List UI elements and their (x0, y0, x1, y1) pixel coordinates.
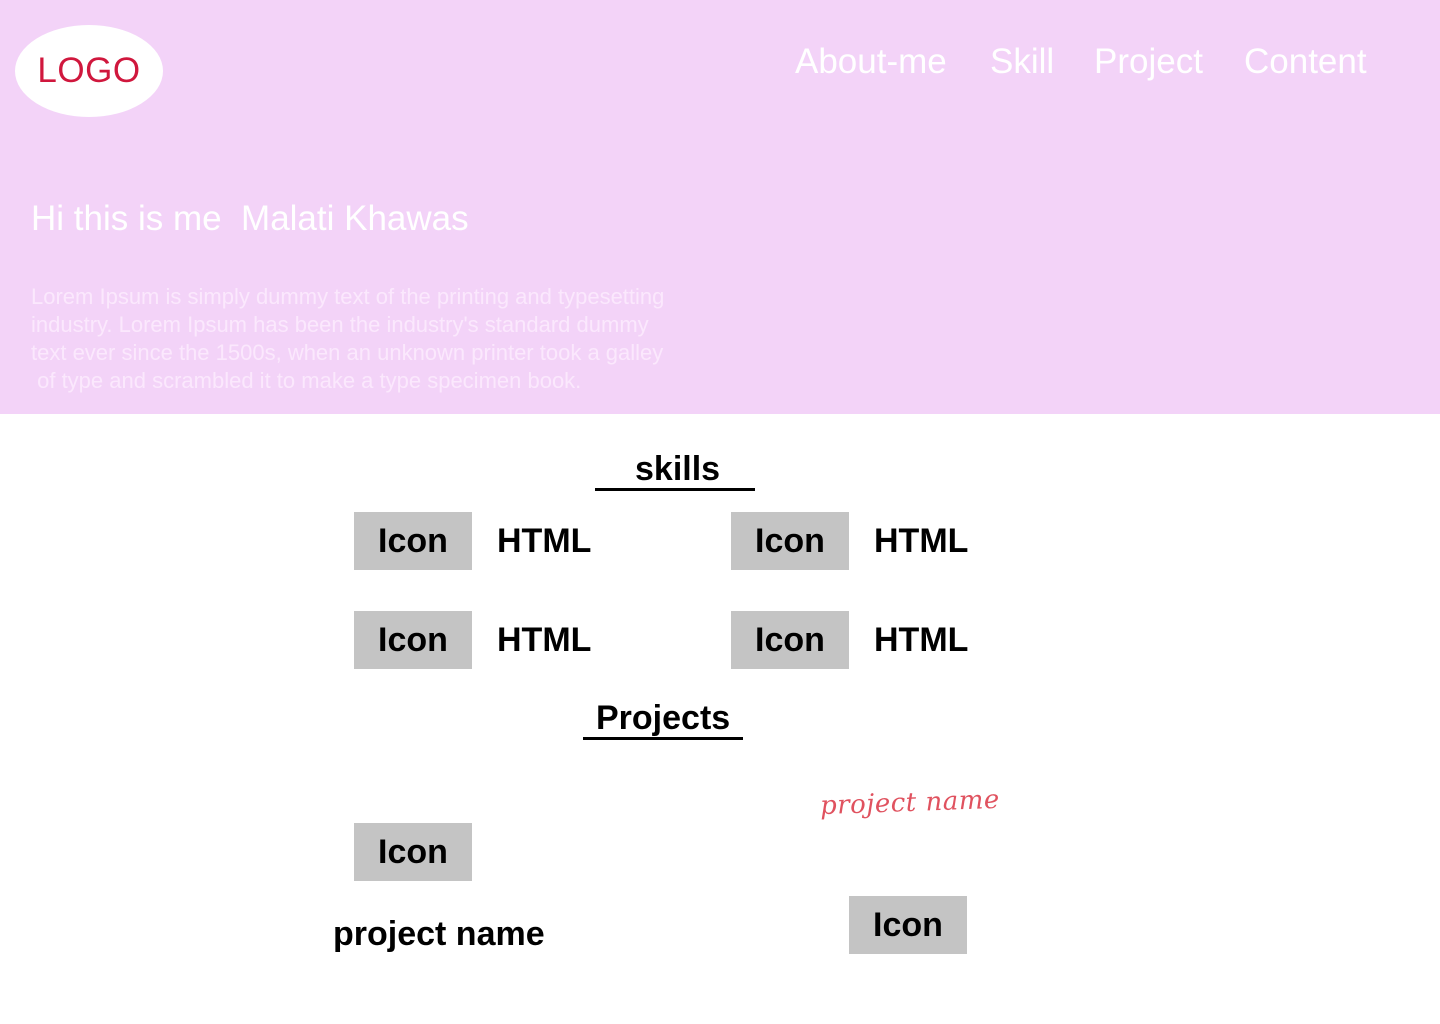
skill-icon-placeholder: Icon (354, 512, 472, 570)
hero-description: Lorem Ipsum is simply dummy text of the … (31, 284, 665, 393)
skill-label: HTML (874, 621, 969, 659)
skill-icon-placeholder: Icon (354, 611, 472, 669)
nav-link-skill[interactable]: Skill (990, 42, 1054, 82)
nav-link-content[interactable]: Content (1244, 42, 1367, 82)
skill-icon-placeholder: Icon (731, 611, 849, 669)
skills-heading-underline (595, 488, 755, 491)
hero-title: Hi this is me Malati Khawas (31, 199, 469, 238)
project-name-handwritten[interactable]: project name (820, 785, 1001, 821)
skill-label: HTML (497, 522, 592, 560)
skills-heading: skills (635, 450, 721, 488)
project-icon-placeholder[interactable]: Icon (849, 896, 967, 954)
skill-label: HTML (497, 621, 592, 659)
project-name[interactable]: project name (333, 915, 545, 954)
skill-icon-placeholder: Icon (731, 512, 849, 570)
project-icon-placeholder[interactable]: Icon (354, 823, 472, 881)
nav-link-about-me[interactable]: About-me (795, 42, 947, 82)
skill-label: HTML (874, 522, 969, 560)
hero-section: LOGO About-me Skill Project Content Hi t… (0, 0, 1440, 414)
nav-link-project[interactable]: Project (1094, 42, 1203, 82)
logo[interactable]: LOGO (15, 25, 163, 117)
projects-heading-underline (583, 737, 743, 740)
projects-heading: Projects (596, 699, 731, 737)
